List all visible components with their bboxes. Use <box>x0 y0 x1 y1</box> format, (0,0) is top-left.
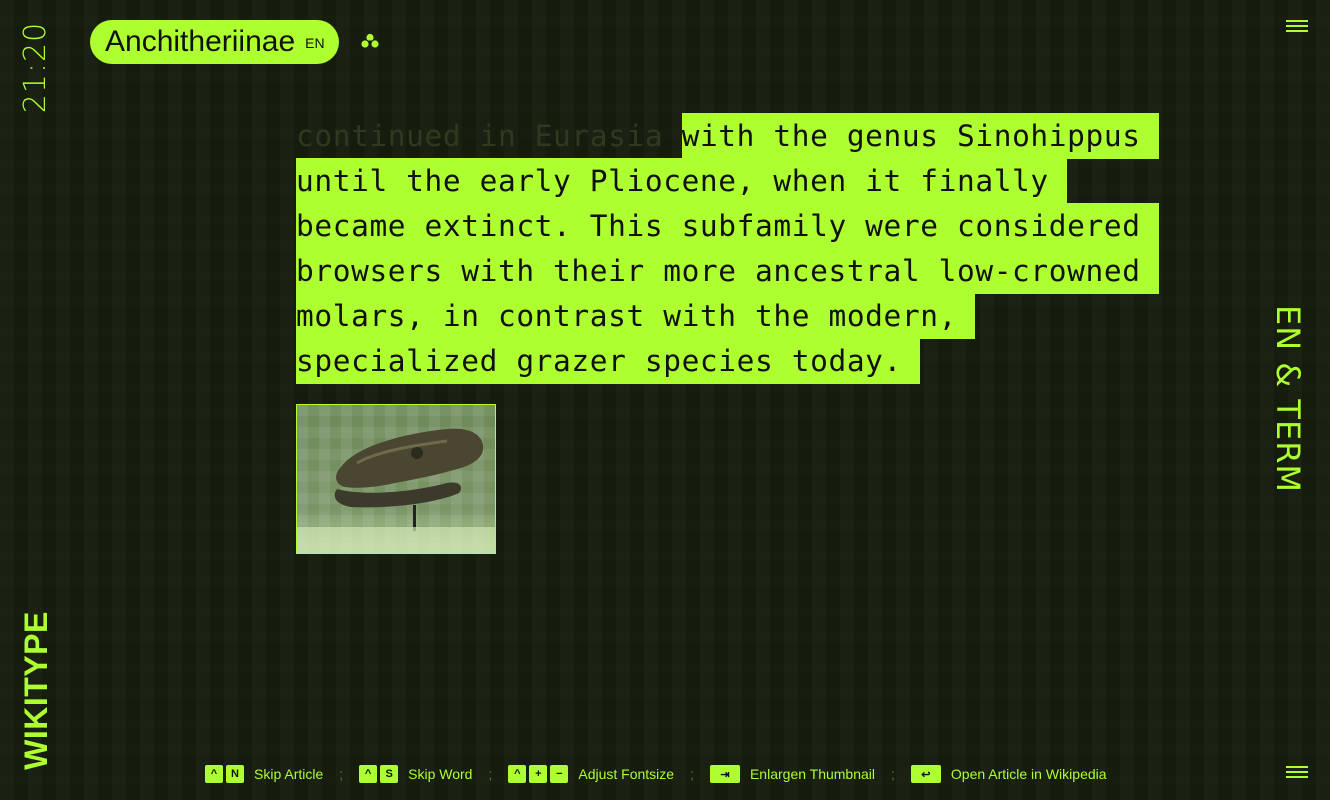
thumbnail-base <box>297 527 495 553</box>
key-minus: − <box>550 765 569 783</box>
separator: ; <box>339 766 344 782</box>
shortcut-label: Enlargen Thumbnail <box>749 766 876 782</box>
hamburger-menu-icon[interactable] <box>1286 20 1308 34</box>
shortcut-label: Skip Article <box>254 766 324 782</box>
shortcut-skip-word[interactable]: ^ S Skip Word <box>359 765 472 783</box>
article-text-current: with the genus Sinohippus until the earl… <box>296 113 1159 384</box>
shortcut-label: Skip Word <box>408 766 473 782</box>
separator: ; <box>891 766 895 782</box>
key-s: S <box>380 765 399 783</box>
shortcut-bar: ^ N Skip Article ; ^ S Skip Word ; ^ + −… <box>205 765 1107 783</box>
separator: ; <box>488 766 493 782</box>
clock-time: 21:20 <box>18 21 54 113</box>
shortcut-label: Open Article in Wikipedia <box>950 766 1107 782</box>
shortcut-enlargen-thumbnail[interactable]: ⇥ Enlargen Thumbnail <box>709 765 876 783</box>
article-language: EN <box>305 35 325 51</box>
key-ctrl: ^ <box>508 765 527 783</box>
brand-text: WIKITYPE <box>17 610 54 770</box>
article-title-pill[interactable]: Anchitheriinae EN <box>90 20 339 64</box>
clock: 21:20 <box>14 21 58 113</box>
key-plus: + <box>529 765 548 783</box>
article-text-read: continued in Eurasia <box>296 119 682 153</box>
hamburger-menu-icon-bottom[interactable] <box>1286 766 1308 780</box>
brand-logo: WIKITYPE <box>6 598 66 782</box>
article-text: continued in Eurasia with the genus Sino… <box>296 113 1166 384</box>
key-enter: ↩ <box>910 765 941 783</box>
key-ctrl: ^ <box>359 765 378 783</box>
language-mode-label: EN & TERM <box>1258 292 1318 506</box>
key-tab: ⇥ <box>709 765 740 783</box>
shortcut-open-wikipedia[interactable]: ↩ Open Article in Wikipedia <box>910 765 1107 783</box>
shortcut-skip-article[interactable]: ^ N Skip Article <box>205 765 323 783</box>
article-title: Anchitheriinae <box>105 25 296 58</box>
key-n: N <box>226 765 244 783</box>
shortcut-adjust-fontsize[interactable]: ^ + − Adjust Fontsize <box>508 765 674 783</box>
shortcut-label: Adjust Fontsize <box>578 766 675 782</box>
language-mode-text: EN & TERM <box>1269 304 1307 494</box>
key-ctrl: ^ <box>205 765 223 783</box>
article-thumbnail[interactable] <box>296 404 496 554</box>
separator: ; <box>690 766 694 782</box>
clover-icon[interactable] <box>360 32 380 52</box>
